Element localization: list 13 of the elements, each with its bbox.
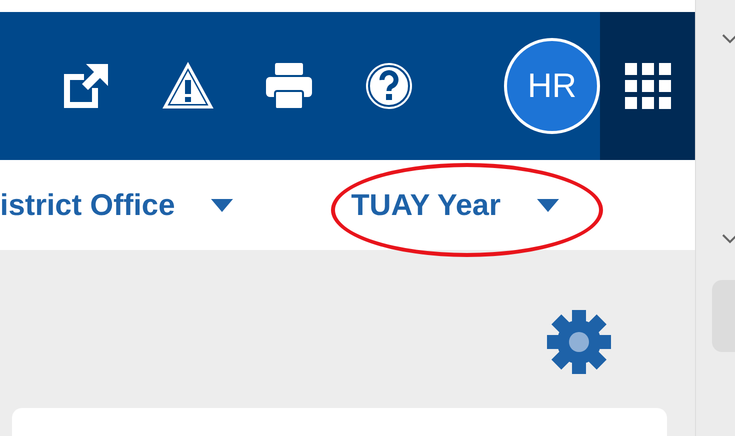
avatar[interactable]: HR	[504, 38, 600, 134]
settings-icon[interactable]	[547, 310, 611, 374]
caret-icon[interactable]	[536, 198, 559, 212]
chevron-icon[interactable]	[722, 234, 735, 244]
chevron-icon[interactable]	[722, 34, 735, 44]
filter-dropdown[interactable]: TUAY Year	[351, 182, 501, 228]
caret-icon[interactable]	[211, 198, 234, 212]
app-launcher-button[interactable]	[600, 12, 695, 160]
filter-dropdown[interactable]: istrict Office	[0, 182, 176, 228]
warning-icon[interactable]	[162, 62, 214, 110]
printer-icon[interactable]	[264, 61, 314, 111]
grid-icon	[624, 63, 670, 109]
help-icon[interactable]	[364, 61, 414, 111]
